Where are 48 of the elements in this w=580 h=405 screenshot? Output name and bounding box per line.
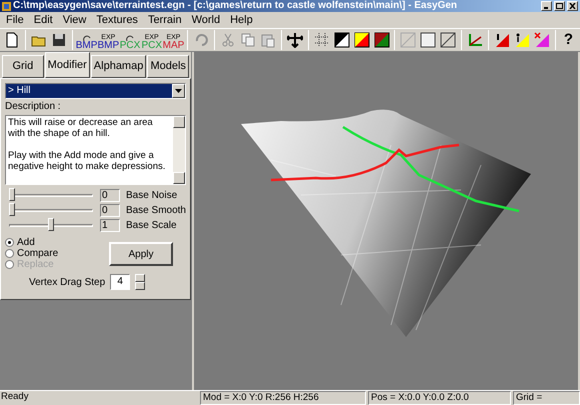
slider-track[interactable] [9,218,93,232]
menu-item[interactable]: Textures [91,12,143,28]
close-icon [569,3,576,9]
slider-label: Base Scale [126,218,177,232]
description-text: This will raise or decrease an area with the shape of an hill. [8,117,154,139]
tab[interactable]: Modifier [44,52,90,78]
tab[interactable]: Alphamap [90,55,146,78]
tab[interactable]: Models [147,55,190,78]
import-button[interactable]: BMP [76,29,98,51]
app-icon [2,2,11,10]
maximize-icon [556,3,563,9]
vertex-step-field[interactable]: 4 [110,274,130,290]
slider-track[interactable] [9,188,93,202]
maximize-button[interactable] [554,1,565,11]
status-text: Mod = X:0 Y:0 R:256 H:256 [200,391,366,405]
spinner[interactable] [135,274,146,290]
radio-button[interactable] [5,238,14,247]
slider-thumb[interactable] [9,203,15,216]
window-title: C:\tmp\easygen\save\terraintest.egn - [c:\games\return to castle wolfenstein\main\] - EasyGen [13,1,458,11]
description-label: Description : [5,101,62,113]
radio-button[interactable] [5,249,14,258]
status-text: Grid = [513,391,580,405]
value-field[interactable]: 0 [100,188,120,202]
tab[interactable]: Grid [2,55,44,78]
menu-item[interactable]: World [186,12,226,28]
scrollbar[interactable] [173,116,185,184]
modifier-dropdown[interactable]: > Hill [5,83,186,99]
help-button[interactable]: ? [558,28,578,52]
value-field[interactable]: 1 [100,218,120,232]
description-text: Play with the Add mode and give a negative height to make depressions. [8,150,166,172]
menu-item[interactable]: View [58,12,92,28]
menu-item[interactable]: Terrain [142,12,187,28]
status-text: Ready [0,391,30,404]
status-text: Pos = X:0.0 Y:0.0 Z:0.0 [368,391,511,405]
menu-item[interactable]: File [1,12,29,28]
slider-thumb[interactable] [48,218,54,231]
value-field[interactable]: 0 [100,204,120,216]
slider-track[interactable] [9,203,93,217]
close-button[interactable] [567,1,578,11]
slider-label: Base Smooth [126,204,186,218]
apply-button[interactable]: Apply [109,242,173,266]
minimize-button[interactable] [541,1,552,11]
slider-thumb[interactable] [9,188,15,201]
vertex-step-label: Vertex Drag Step [29,276,106,290]
dropdown-value: > Hill [6,84,172,98]
menu-item[interactable]: Help [225,12,258,28]
slider-label: Base Noise [126,188,178,202]
menu-item[interactable]: Edit [28,12,58,28]
